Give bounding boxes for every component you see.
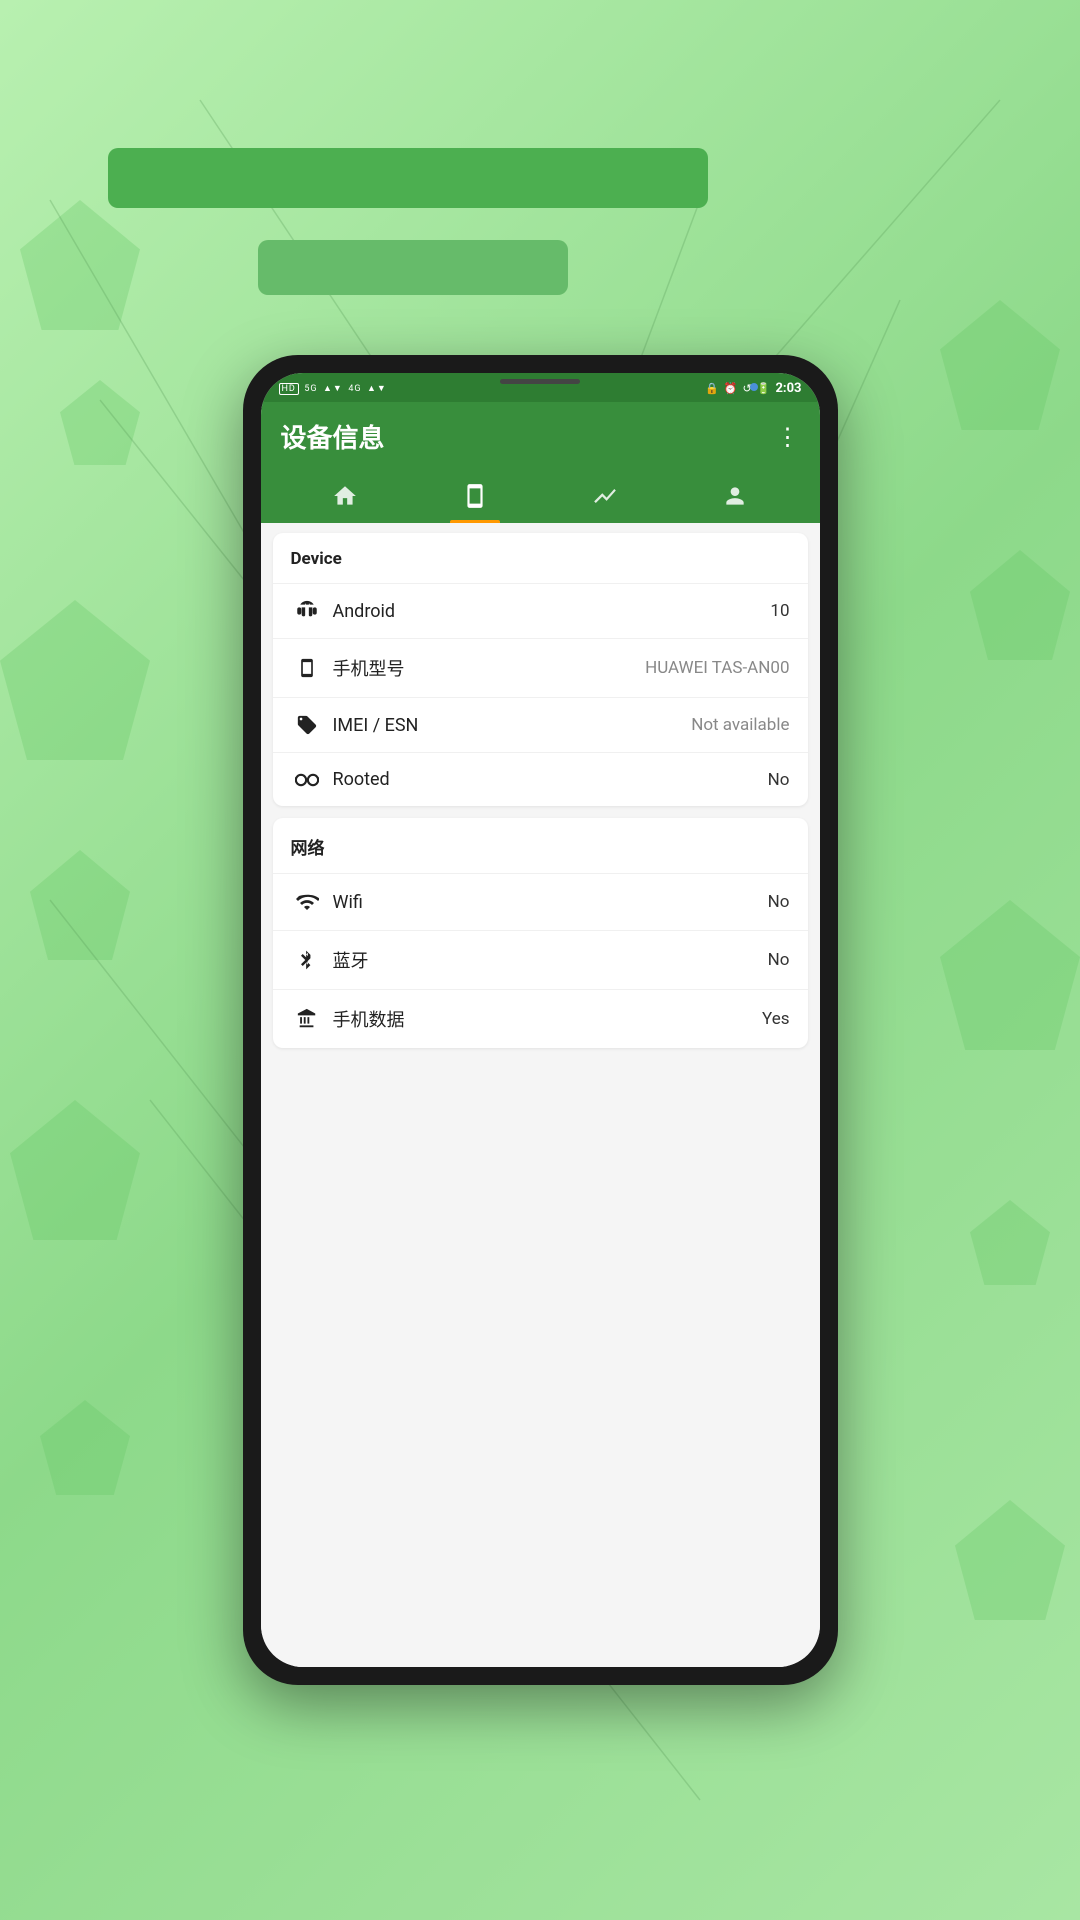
imei-row: IMEI / ESN Not available <box>273 698 808 753</box>
rooted-label: Rooted <box>333 769 768 790</box>
content-area: Device Android 10 手机型号 HUAWEI TAS- <box>261 523 820 1667</box>
tab-profile[interactable] <box>670 473 800 523</box>
mobile-data-label: 手机数据 <box>333 1006 763 1032</box>
home-icon <box>332 483 358 515</box>
chart-icon <box>592 483 618 515</box>
status-bar: HD 5G ▲▼ 4G ▲▼ 🔒 ⏰ ↺ 🔋 2:03 <box>261 373 820 402</box>
mobile-data-icon <box>291 1008 323 1030</box>
bluetooth-row: 蓝牙 No <box>273 931 808 990</box>
tab-home[interactable] <box>281 473 411 523</box>
more-options-button[interactable]: ⋮ <box>776 423 800 451</box>
android-value: 10 <box>770 601 789 621</box>
device-section-header: Device <box>273 533 808 584</box>
device-card: Device Android 10 手机型号 HUAWEI TAS- <box>273 533 808 806</box>
phone-model-icon <box>291 658 323 678</box>
bluetooth-value: No <box>768 950 790 970</box>
status-signal-icons: HD 5G ▲▼ 4G ▲▼ <box>279 383 387 394</box>
rooted-value: No <box>768 770 790 790</box>
network-section-header: 网络 <box>273 818 808 874</box>
model-row: 手机型号 HUAWEI TAS-AN00 <box>273 639 808 698</box>
android-row: Android 10 <box>273 584 808 639</box>
imei-value: Not available <box>691 715 789 735</box>
tab-chart[interactable] <box>540 473 670 523</box>
top-green-bar-1 <box>108 148 708 208</box>
imei-label: IMEI / ESN <box>333 715 692 736</box>
model-label: 手机型号 <box>333 655 646 681</box>
tab-bar <box>281 473 800 523</box>
alarm-icon: ⏰ <box>724 382 738 395</box>
mobile-data-value: Yes <box>762 1009 789 1029</box>
phone-screen: HD 5G ▲▼ 4G ▲▼ 🔒 ⏰ ↺ 🔋 2:03 设备信息 ⋮ <box>261 373 820 1667</box>
app-title-row: 设备信息 ⋮ <box>281 418 800 455</box>
rooted-row: Rooted No <box>273 753 808 806</box>
bluetooth-label: 蓝牙 <box>333 947 768 973</box>
wifi-icon <box>291 890 323 914</box>
top-green-bar-2 <box>258 240 568 295</box>
phone-frame: HD 5G ▲▼ 4G ▲▼ 🔒 ⏰ ↺ 🔋 2:03 设备信息 ⋮ <box>243 355 838 1685</box>
rooted-glasses-icon <box>291 773 323 787</box>
status-left-icons: HD 5G ▲▼ 4G ▲▼ <box>279 383 387 394</box>
wifi-label: Wifi <box>333 892 768 913</box>
speaker-bar <box>500 379 580 384</box>
model-value: HUAWEI TAS-AN00 <box>645 658 789 678</box>
android-icon <box>291 600 323 622</box>
imei-tag-icon <box>291 714 323 736</box>
camera-dot <box>750 383 758 391</box>
battery-icon: 🔋 <box>757 382 771 395</box>
app-header: 设备信息 ⋮ <box>261 402 820 523</box>
android-label: Android <box>333 601 771 622</box>
wifi-value: No <box>768 892 790 912</box>
wifi-row: Wifi No <box>273 874 808 931</box>
network-card: 网络 Wifi No 蓝牙 No <box>273 818 808 1048</box>
bluetooth-icon <box>291 948 323 972</box>
clock: 2:03 <box>775 381 801 396</box>
device-icon <box>462 483 488 515</box>
app-title: 设备信息 <box>281 418 385 455</box>
tab-device[interactable] <box>410 473 540 523</box>
lock-icon: 🔒 <box>705 382 719 395</box>
mobile-data-row: 手机数据 Yes <box>273 990 808 1048</box>
profile-icon <box>722 483 748 515</box>
